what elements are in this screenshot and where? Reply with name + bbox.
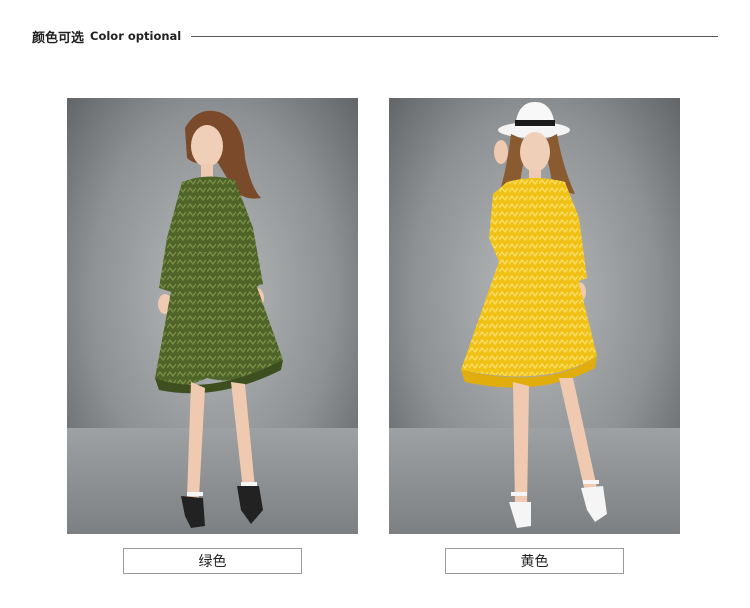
section-header: 颜色可选 Color optional — [32, 26, 718, 46]
product-photo-green[interactable] — [67, 98, 358, 534]
header-subtitle: Color optional — [90, 29, 182, 43]
color-option-yellow-label[interactable]: 黄色 — [445, 548, 624, 574]
color-option-green-label[interactable]: 绿色 — [123, 548, 302, 574]
product-photo-yellow[interactable] — [389, 98, 680, 534]
header-title: 颜色可选 — [32, 30, 85, 46]
yellow-dress-image — [389, 98, 680, 534]
header-divider — [191, 35, 718, 37]
green-dress-image — [67, 98, 358, 534]
